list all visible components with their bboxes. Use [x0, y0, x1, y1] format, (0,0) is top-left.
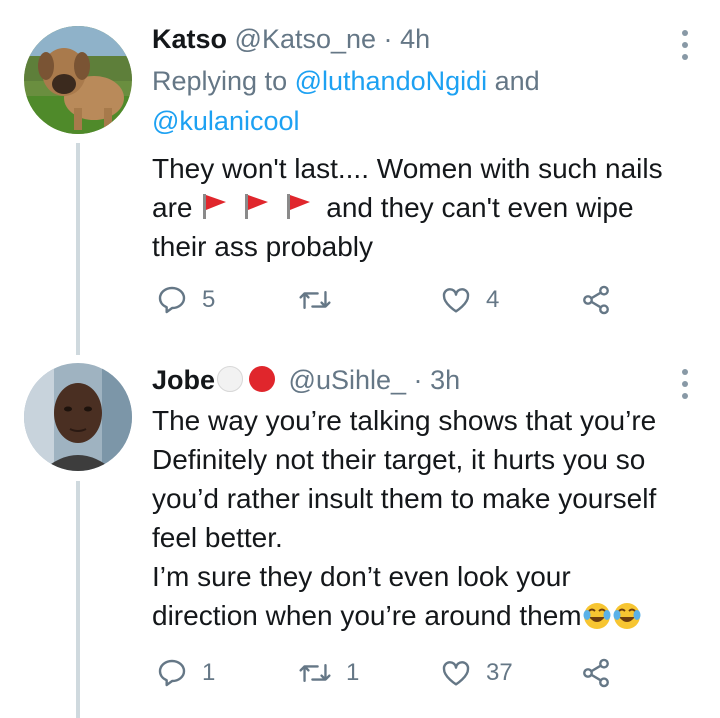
tears-of-joy-emoji-icon	[613, 603, 641, 629]
red-flag-emoji-icon	[287, 194, 311, 219]
timestamp[interactable]: 4h	[400, 24, 430, 54]
mention-link[interactable]: @kulanicool	[152, 106, 300, 136]
like-count: 37	[486, 659, 513, 686]
retweet-button[interactable]	[298, 280, 346, 320]
retweet-icon	[299, 290, 331, 310]
share-icon	[583, 285, 609, 315]
tweet-text-paragraph: The way you’re talking shows that you’re…	[152, 405, 657, 553]
mention-link[interactable]: @luthandoNgidi	[295, 66, 488, 96]
thread-line	[76, 143, 80, 355]
user-handle[interactable]: @uSihle_	[289, 365, 406, 395]
separator-dot: ·	[413, 365, 423, 395]
more-icon[interactable]	[680, 30, 690, 60]
separator-dot: ·	[383, 24, 393, 54]
like-button[interactable]: 4	[440, 280, 499, 320]
red-flag-emoji-icon	[203, 194, 227, 219]
like-icon	[442, 661, 470, 686]
like-icon	[442, 288, 470, 313]
like-button[interactable]: 37	[440, 653, 513, 693]
tweet-header: Jobe @uSihle_ · 3h	[152, 363, 680, 397]
tweet-text: They won't last.... Women with such nail…	[152, 149, 680, 266]
dog-avatar-image	[24, 26, 132, 134]
white-circle-emoji-icon	[217, 366, 244, 392]
tweet-katso[interactable]: Katso @Katso_ne · 4h Replying to @luthan…	[0, 0, 720, 355]
tweet-text-paragraph-with-emoji: I’m sure they don’t even look your direc…	[152, 557, 680, 635]
tweet-text-part: I’m sure they don’t even look your direc…	[152, 561, 582, 631]
reply-count: 5	[202, 286, 216, 313]
replying-to: Replying to @luthandoNgidi and @kulanico…	[152, 61, 680, 141]
reply-icon	[158, 659, 186, 687]
person-avatar-image	[24, 363, 132, 471]
display-name[interactable]: Jobe	[152, 365, 215, 395]
tweet-jobe[interactable]: Jobe @uSihle_ · 3h The way you’re talkin…	[0, 355, 720, 718]
red-circle-emoji-icon	[249, 366, 276, 392]
tweet-header: Katso @Katso_ne · 4h	[152, 22, 680, 56]
thread-line	[76, 481, 80, 718]
share-button[interactable]	[580, 280, 612, 320]
user-handle[interactable]: @Katso_ne	[235, 24, 377, 54]
reply-button[interactable]: 1	[156, 653, 215, 693]
red-flag-emoji-icon	[245, 194, 269, 219]
retweet-count: 1	[346, 659, 360, 686]
avatar-jobe[interactable]	[24, 363, 132, 471]
reply-icon	[158, 286, 186, 314]
display-name[interactable]: Katso	[152, 24, 227, 54]
tweet-actions: 5 4	[152, 280, 652, 320]
timestamp[interactable]: 3h	[430, 365, 460, 395]
reply-count: 1	[202, 659, 216, 686]
tweet-text: The way you’re talking shows that you’re…	[152, 401, 680, 635]
retweet-icon	[299, 663, 331, 683]
mention-join: and	[487, 66, 540, 96]
tweet-actions: 1 1 37	[152, 653, 652, 693]
replying-to-prefix: Replying to	[152, 66, 295, 96]
retweet-button[interactable]: 1	[298, 653, 359, 693]
share-icon	[583, 658, 609, 688]
tears-of-joy-emoji-icon	[583, 603, 611, 629]
avatar-katso[interactable]	[24, 26, 132, 134]
more-icon[interactable]	[680, 369, 690, 399]
share-button[interactable]	[580, 653, 612, 693]
reply-button[interactable]: 5	[156, 280, 215, 320]
like-count: 4	[486, 286, 500, 313]
